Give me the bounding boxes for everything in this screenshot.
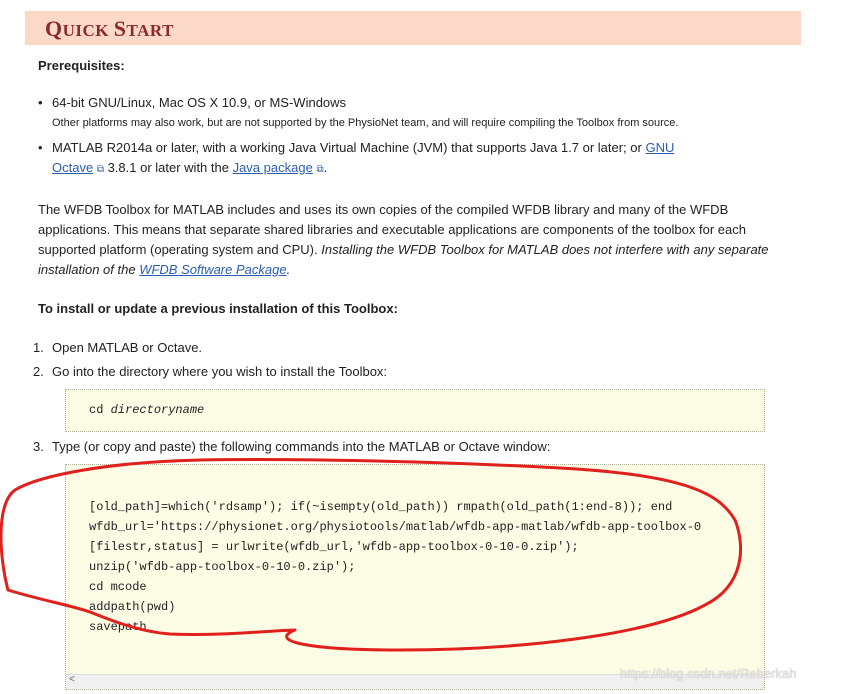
code-line: [filestr,status] = urlwrite(wfdb_url,'wf… [89, 540, 579, 554]
prereq-item-matlab: • MATLAB R2014a or later, with a working … [38, 138, 674, 158]
code-line: cd directoryname [89, 403, 204, 417]
install-step-1: 1. Open MATLAB or Octave. [33, 338, 202, 358]
watermark: https://blog.csdn.net/Reberkah [620, 666, 797, 681]
code-block-install[interactable]: [old_path]=which('rdsamp'); if(~isempty(… [65, 464, 765, 690]
bullet-dot: • [38, 140, 43, 155]
step-number: 1. [33, 340, 44, 355]
bullet-dot: • [38, 95, 43, 110]
java-package-link[interactable]: Java package [233, 160, 313, 175]
step-text: Open MATLAB or Octave. [52, 340, 203, 355]
scroll-left-arrow-icon[interactable]: < [69, 675, 75, 686]
title-tart: TART [126, 21, 174, 40]
install-heading: To install or update a previous installa… [38, 301, 398, 316]
prerequisites-heading: Prerequisites: [38, 58, 125, 73]
wfdb-software-package-link[interactable]: WFDB Software Package [139, 262, 286, 277]
external-link-icon: ⧉ [96, 164, 104, 175]
code-line: cd mcode [89, 580, 147, 594]
install-step-3: 3. Type (or copy and paste) the following… [33, 437, 550, 457]
toolbox-description: The WFDB Toolbox for MATLAB includes and… [38, 200, 798, 280]
description-italic-end: . [286, 262, 291, 277]
code-line: addpath(pwd) [89, 600, 176, 614]
code-cmd: cd [89, 403, 111, 417]
code-block-cd[interactable]: cd directoryname [65, 389, 765, 432]
prereq-os-note: Other platforms may also work, but are n… [52, 117, 679, 129]
gnu-link[interactable]: GNU [645, 140, 674, 155]
prereq-matlab-continued: Octave ⧉ 3.8.1 or later with the Java pa… [52, 158, 327, 180]
step-number: 2. [33, 364, 44, 379]
step-text: Go into the directory where you wish to … [52, 364, 388, 379]
step-text: Type (or copy and paste) the following c… [52, 439, 551, 454]
title-q: Q [45, 16, 63, 41]
prereq-matlab-text: MATLAB R2014a or later, with a working J… [52, 140, 646, 155]
code-line: wfdb_url='https://physionet.org/physioto… [89, 520, 702, 534]
code-line: unzip('wfdb-app-toolbox-0-10-0.zip'); [89, 560, 356, 574]
prereq-octave-version-text: 3.8.1 or later with the [103, 160, 233, 175]
prereq-period: . [323, 160, 328, 175]
octave-link[interactable]: Octave [52, 160, 93, 175]
prereq-os-text: 64-bit GNU/Linux, Mac OS X 10.9, or MS-W… [52, 95, 347, 110]
section-header: QUICK START [25, 11, 801, 45]
install-step-2: 2. Go into the directory where you wish t… [33, 362, 387, 382]
prereq-item-os: • 64-bit GNU/Linux, Mac OS X 10.9, or MS-… [38, 93, 346, 113]
section-title: QUICK START [45, 16, 174, 42]
code-line: [old_path]=which('rdsamp'); if(~isempty(… [89, 500, 673, 514]
code-arg: directoryname [110, 403, 205, 417]
external-link-icon: ⧉ [316, 164, 324, 175]
step-number: 3. [33, 439, 44, 454]
code-line: savepath [89, 620, 147, 634]
title-s: S [113, 16, 127, 41]
title-uick: UICK [62, 21, 114, 40]
